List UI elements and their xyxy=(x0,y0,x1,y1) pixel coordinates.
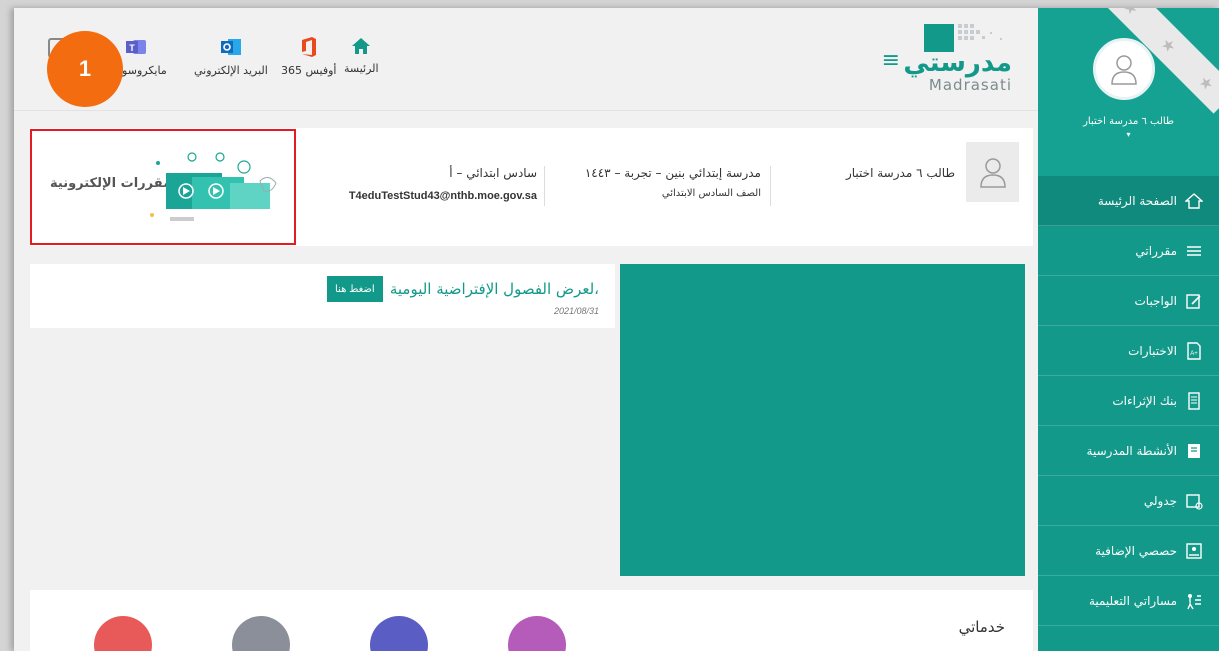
services-card: خدماتي xyxy=(30,590,1033,651)
sidebar-avatar[interactable] xyxy=(1093,38,1155,100)
service-building-icon[interactable] xyxy=(232,616,290,651)
exam-icon: A+ xyxy=(1185,341,1203,360)
profile-email: T4eduTestStud43@nthb.moe.gov.sa xyxy=(348,190,537,202)
email-link[interactable]: البريد الإلكتروني xyxy=(194,36,268,77)
home-icon xyxy=(352,38,371,54)
teams-icon: T xyxy=(126,40,147,54)
sidebar-item-label: الصفحة الرئيسة xyxy=(1097,193,1177,208)
sidebar-item-exams[interactable]: الاختبارات A+ xyxy=(1038,326,1219,376)
divider xyxy=(544,166,545,206)
profile-school: مدرسة إبتدائي بنين – تجربة – ١٤٤٣ xyxy=(584,166,761,180)
madrasati-logo[interactable]: مدرستي Madrasati xyxy=(903,18,1020,96)
sidebar-item-label: مساراتي التعليمية xyxy=(1088,593,1177,608)
service-calendar-icon[interactable] xyxy=(370,616,428,651)
sidebar-item-label: حصصي الإضافية xyxy=(1095,543,1177,558)
sidebar-item-enrichment-bank[interactable]: بنك الإثراءات xyxy=(1038,376,1219,426)
profile-name: طالب ٦ مدرسة اختبار xyxy=(845,166,955,180)
menu-icon[interactable]: ≡ xyxy=(882,48,900,73)
sidebar-item-activities[interactable]: الأنشطة المدرسية xyxy=(1038,426,1219,476)
sidebar-item-courses[interactable]: مقرراتي xyxy=(1038,226,1219,276)
classes-icon xyxy=(1185,542,1203,560)
user-icon xyxy=(979,158,1006,188)
sidebar-item-label: الواجبات xyxy=(1134,293,1177,308)
sidebar-user-name[interactable]: طالب ٦ مدرسة اختبار xyxy=(1038,116,1219,127)
virtual-date: 2021/08/31 xyxy=(553,306,599,316)
home-link-label: الرئيسة xyxy=(344,62,379,75)
chevron-down-icon[interactable]: ▾ xyxy=(1038,130,1219,139)
outlook-icon xyxy=(220,39,241,55)
ecourses-card[interactable]: المقررات الإلكترونية xyxy=(30,129,296,245)
user-icon xyxy=(1111,55,1137,85)
logo-english: Madrasati xyxy=(928,76,1012,94)
profile-class: سادس ابتدائي – أ xyxy=(449,166,537,180)
divider xyxy=(770,166,771,206)
svg-text:T: T xyxy=(130,43,136,53)
sidebar-item-home[interactable]: الصفحة الرئيسة xyxy=(1038,176,1219,226)
step-badge: 1 xyxy=(47,31,123,107)
sidebar-item-label: الاختبارات xyxy=(1128,343,1177,358)
sidebar-item-label: جدولي xyxy=(1143,493,1177,508)
profile-grade: الصف السادس الابتدائي xyxy=(661,188,761,199)
home-link[interactable]: الرئيسة xyxy=(344,36,379,75)
star-icon: ★ xyxy=(1119,8,1143,19)
sidebar-item-learning-paths[interactable]: مساراتي التعليمية xyxy=(1038,576,1219,626)
sidebar-item-label: مقرراتي xyxy=(1135,243,1177,258)
sidebar-item-label: الأنشطة المدرسية xyxy=(1086,443,1177,458)
service-star-icon[interactable] xyxy=(508,616,566,651)
office365-link-label: أوفيس 365 xyxy=(281,64,337,77)
profile-avatar xyxy=(966,142,1019,202)
click-here-button[interactable]: اضغط هنا xyxy=(327,276,383,302)
banner-panel xyxy=(620,264,1025,576)
sidebar-profile: ★ ★ ★ طالب ٦ مدرسة اختبار ▾ xyxy=(1038,8,1219,176)
app-window: مدرستي Madrasati ≡ الرئيسة أوفيس 365 الب… xyxy=(14,8,1219,651)
calendar-icon xyxy=(1185,492,1203,510)
sidebar-item-extra-classes[interactable]: حصصي الإضافية xyxy=(1038,526,1219,576)
document-icon xyxy=(1185,391,1203,410)
office-icon xyxy=(301,37,316,57)
sidebar-item-more[interactable] xyxy=(1038,626,1219,651)
sidebar-item-label: بنك الإثراءات xyxy=(1112,393,1177,408)
star-icon: ★ xyxy=(1157,33,1181,57)
books-icon xyxy=(1185,242,1203,260)
edit-icon xyxy=(1185,292,1203,310)
sidebar-item-schedule[interactable]: جدولي xyxy=(1038,476,1219,526)
home-icon xyxy=(1185,192,1203,210)
email-link-label: البريد الإلكتروني xyxy=(194,64,268,77)
ecourses-illustration-icon xyxy=(150,152,277,221)
path-icon xyxy=(1185,592,1203,610)
star-icon: ★ xyxy=(1194,70,1219,95)
sidebar-item-assignments[interactable]: الواجبات xyxy=(1038,276,1219,326)
office365-link[interactable]: أوفيس 365 xyxy=(281,36,336,77)
svg-text:A+: A+ xyxy=(1190,351,1198,357)
logo-arabic: مدرستي xyxy=(903,48,1012,78)
service-chart-icon[interactable] xyxy=(94,616,152,651)
virtual-classes-text: لعرض الفصول الإفتراضية اليومية، xyxy=(389,280,599,298)
top-header: مدرستي Madrasati ≡ الرئيسة أوفيس 365 الب… xyxy=(14,8,1038,111)
virtual-classes-card: لعرض الفصول الإفتراضية اليومية، اضغط هنا… xyxy=(30,264,615,328)
sidebar: ★ ★ ★ طالب ٦ مدرسة اختبار ▾ الصفحة الرئي… xyxy=(1038,8,1219,651)
services-title: خدماتي xyxy=(958,618,1005,636)
activity-icon xyxy=(1185,442,1203,460)
